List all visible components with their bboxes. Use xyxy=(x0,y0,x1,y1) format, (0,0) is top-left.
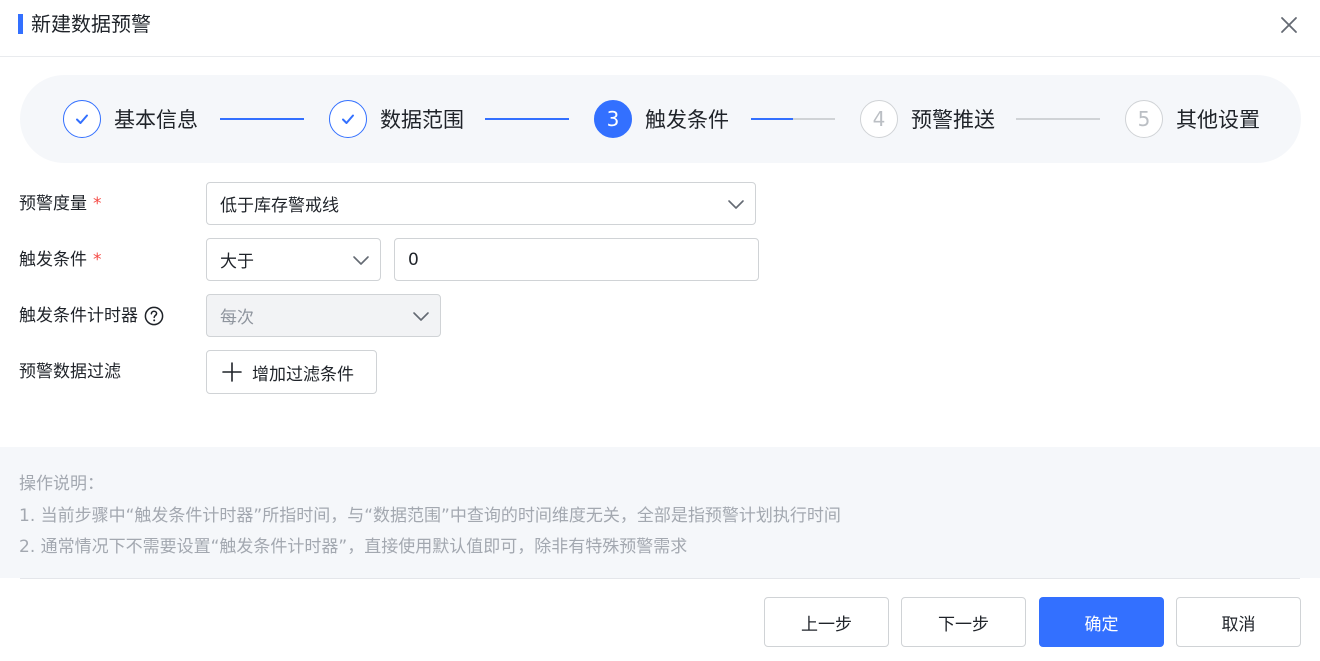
instructions-line: 1. 当前步骤中“触发条件计时器”所指时间，与“数据范围”中查询的时间维度无关，… xyxy=(19,505,841,526)
instructions-heading: 操作说明： xyxy=(19,474,104,494)
metric-select-value: 低于库存警戒线 xyxy=(220,196,339,216)
plus-icon xyxy=(221,361,243,383)
chevron-down-icon xyxy=(412,307,430,325)
step-connector xyxy=(220,118,304,120)
step-number: 5 xyxy=(1125,100,1163,138)
prev-step-button[interactable]: 上一步 xyxy=(764,597,889,647)
step-number: 3 xyxy=(594,100,632,138)
required-mark: * xyxy=(93,250,102,270)
timer-label: 触发条件计时器 xyxy=(19,305,164,327)
step-label: 预警推送 xyxy=(911,108,995,132)
timer-label-text: 触发条件计时器 xyxy=(19,306,138,326)
step-data-range[interactable]: 数据范围 xyxy=(329,100,464,138)
step-trigger-condition[interactable]: 3 触发条件 xyxy=(594,100,729,138)
step-other-settings[interactable]: 5 其他设置 xyxy=(1125,100,1260,138)
next-step-button[interactable]: 下一步 xyxy=(901,597,1026,647)
confirm-button[interactable]: 确定 xyxy=(1039,597,1164,647)
step-label: 触发条件 xyxy=(645,108,729,132)
filter-label-text: 预警数据过滤 xyxy=(19,362,121,382)
close-icon[interactable] xyxy=(1276,12,1302,38)
instructions-panel: 操作说明： 1. 当前步骤中“触发条件计时器”所指时间，与“数据范围”中查询的时… xyxy=(0,447,1320,578)
title-accent-bar xyxy=(18,14,23,34)
check-icon xyxy=(329,100,367,138)
required-mark: * xyxy=(93,194,102,214)
step-number: 4 xyxy=(860,100,898,138)
add-filter-button[interactable]: 增加过滤条件 xyxy=(206,350,377,394)
step-label: 其他设置 xyxy=(1176,108,1260,132)
timer-select-value: 每次 xyxy=(220,308,254,328)
footer-divider xyxy=(20,578,1300,579)
step-connector xyxy=(751,118,835,120)
step-progress: 基本信息 数据范围 3 触发条件 4 预警推送 5 其他设置 xyxy=(20,75,1301,163)
operator-select-value: 大于 xyxy=(220,252,254,272)
cancel-button[interactable]: 取消 xyxy=(1176,597,1301,647)
instructions-line: 2. 通常情况下不需要设置“触发条件计时器”，直接使用默认值即可，除非有特殊预警… xyxy=(19,537,688,557)
step-label: 基本信息 xyxy=(114,108,198,132)
step-label: 数据范围 xyxy=(380,108,464,132)
check-icon xyxy=(63,100,101,138)
condition-label-text: 触发条件 xyxy=(19,250,87,270)
condition-label: 触发条件 * xyxy=(19,249,102,271)
add-filter-label: 增加过滤条件 xyxy=(252,364,354,385)
metric-label: 预警度量 * xyxy=(19,193,102,215)
step-basic-info[interactable]: 基本信息 xyxy=(63,100,198,138)
threshold-input[interactable]: 0 xyxy=(394,238,759,281)
step-connector xyxy=(1016,118,1100,120)
step-connector xyxy=(485,118,569,120)
operator-select[interactable]: 大于 xyxy=(206,238,381,281)
help-icon[interactable] xyxy=(144,306,164,326)
threshold-input-value: 0 xyxy=(408,249,419,270)
metric-label-text: 预警度量 xyxy=(19,194,87,214)
timer-select[interactable]: 每次 xyxy=(206,294,441,337)
chevron-down-icon xyxy=(352,251,370,269)
dialog-header: 新建数据预警 xyxy=(0,0,1320,57)
filter-label: 预警数据过滤 xyxy=(19,361,121,383)
chevron-down-icon xyxy=(727,195,745,213)
dialog-title: 新建数据预警 xyxy=(31,12,151,36)
step-alert-push[interactable]: 4 预警推送 xyxy=(860,100,995,138)
metric-select[interactable]: 低于库存警戒线 xyxy=(206,182,756,225)
